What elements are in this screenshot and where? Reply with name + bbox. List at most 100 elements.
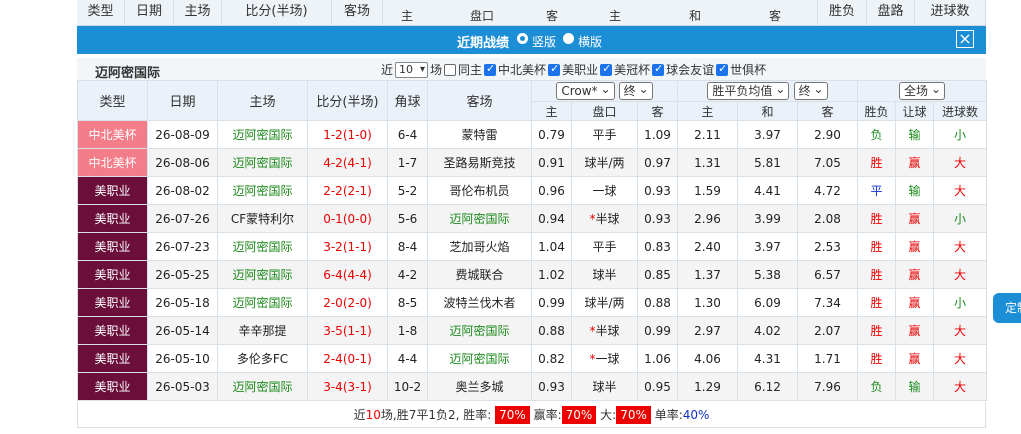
corner-count: 8-4	[387, 232, 428, 261]
same-home-checkbox[interactable]	[444, 63, 457, 76]
home-team[interactable]: 迈阿密国际	[217, 260, 308, 289]
league-checkbox-0[interactable]	[484, 62, 497, 76]
match-score[interactable]: 6-4(4-4)	[307, 260, 388, 289]
away-team[interactable]: 芝加哥火焰	[427, 232, 532, 261]
league-checkbox-2[interactable]	[600, 62, 613, 76]
match-type[interactable]: 中北美杯	[77, 120, 148, 149]
header-sub-home: 主	[531, 101, 572, 121]
summary-games: 10	[365, 408, 381, 422]
header-corner: 角球	[387, 80, 428, 121]
euro-away-odds: 2.08	[797, 204, 859, 233]
match-result: 负	[857, 372, 897, 401]
away-team[interactable]: 波特兰伐木者	[427, 288, 532, 317]
match-type[interactable]: 美职业	[77, 232, 148, 261]
company-select[interactable]: Crow*	[556, 82, 615, 100]
handicap-line: 平手	[592, 240, 617, 254]
handicap-result: 输	[895, 120, 935, 149]
away-team[interactable]: 哥伦布机员	[427, 176, 532, 205]
match-score[interactable]: 1-2(1-0)	[307, 120, 388, 149]
handicap-line-cell: *半球	[571, 316, 638, 345]
handicap-line-cell: 平手	[571, 232, 638, 261]
recent-matches-table: 类型 日期 主场 比分(半场) 角球 客场 Crow* 终 胜平负均值 终 全场	[77, 80, 988, 401]
away-team[interactable]: 迈阿密国际	[427, 204, 532, 233]
league-label-3: 球会友谊	[666, 63, 715, 77]
home-team[interactable]: 迈阿密国际	[217, 176, 308, 205]
handicap-result: 输	[895, 372, 935, 401]
match-type[interactable]: 美职业	[77, 204, 148, 233]
match-score[interactable]: 3-4(3-1)	[307, 372, 388, 401]
bg-header-handicap: 盘路	[867, 0, 915, 26]
vertical-radio[interactable]	[517, 33, 528, 44]
league-label-4: 世俱杯	[730, 63, 767, 77]
match-score[interactable]: 3-5(1-1)	[307, 316, 388, 345]
handicap-result: 赢	[895, 260, 935, 289]
match-score[interactable]: 2-0(2-0)	[307, 288, 388, 317]
league-checkbox-3[interactable]	[652, 62, 665, 76]
header-away: 客场	[427, 80, 532, 121]
handicap-away-odds: 0.97	[636, 148, 679, 177]
handicap-rate-badge: 70%	[561, 406, 597, 424]
corner-count: 5-6	[387, 204, 428, 233]
euro-home-odds: 1.31	[677, 148, 739, 177]
handicap-line: 球半	[592, 268, 617, 282]
euro-average-select[interactable]: 胜平负均值	[707, 82, 790, 100]
match-score[interactable]: 2-2(2-1)	[307, 176, 388, 205]
home-team[interactable]: 迈阿密国际	[217, 232, 308, 261]
team-name: 迈阿密国际	[95, 66, 161, 81]
home-team[interactable]: 辛辛那提	[217, 316, 308, 345]
match-score[interactable]: 3-2(1-1)	[307, 232, 388, 261]
match-type[interactable]: 美职业	[77, 372, 148, 401]
home-team[interactable]: CF蒙特利尔	[217, 204, 308, 233]
match-count-select[interactable]: 10	[395, 61, 429, 78]
away-team[interactable]: 费城联合	[427, 260, 532, 289]
unit-label: 场	[430, 63, 443, 77]
goals-result: 大	[933, 316, 988, 345]
close-button[interactable]: ×	[956, 30, 974, 48]
away-team[interactable]: 迈阿密国际	[427, 316, 532, 345]
customize-side-tab[interactable]: 定制	[993, 293, 1021, 323]
header-home: 主场	[217, 80, 308, 121]
bg-sub-euro-home: 主	[608, 9, 621, 23]
handicap-home-odds: 0.91	[531, 148, 572, 177]
bg-header-goals: 进球数	[915, 0, 986, 26]
table-row: 美职业 26-07-26 CF蒙特利尔 0-1(0-0) 5-6 迈阿密国际 0.94 *半球…	[77, 204, 988, 233]
bg-sub-line: 盘口	[469, 9, 494, 23]
home-team[interactable]: 迈阿密国际	[217, 288, 308, 317]
league-checkbox-1[interactable]	[548, 62, 561, 76]
table-row: 美职业 26-05-18 迈阿密国际 2-0(2-0) 8-5 波特兰伐木者 0.99 球半/…	[77, 288, 988, 317]
home-team[interactable]: 多伦多FC	[217, 344, 308, 373]
handicap-result: 赢	[895, 316, 935, 345]
euro-away-odds: 2.53	[797, 232, 859, 261]
match-type[interactable]: 美职业	[77, 176, 148, 205]
euro-kind-select[interactable]: 终	[793, 82, 828, 100]
match-score[interactable]: 0-1(0-0)	[307, 204, 388, 233]
horizontal-label: 横版	[578, 35, 603, 49]
handicap-result: 输	[895, 176, 935, 205]
same-home-label: 同主	[458, 63, 483, 77]
match-type[interactable]: 美职业	[77, 288, 148, 317]
goals-result: 大	[933, 344, 988, 373]
match-type[interactable]: 中北美杯	[77, 148, 148, 177]
handicap-away-odds: 0.85	[636, 260, 679, 289]
match-type[interactable]: 美职业	[77, 260, 148, 289]
match-result: 负	[857, 120, 897, 149]
home-team[interactable]: 迈阿密国际	[217, 120, 308, 149]
handicap-kind-select[interactable]: 终	[618, 82, 653, 100]
away-team[interactable]: 圣路易斯竞技	[427, 148, 532, 177]
horizontal-radio[interactable]	[563, 33, 574, 44]
away-team[interactable]: 蒙特雷	[427, 120, 532, 149]
home-team[interactable]: 迈阿密国际	[217, 372, 308, 401]
away-team[interactable]: 奥兰多城	[427, 372, 532, 401]
away-team[interactable]: 迈阿密国际	[427, 344, 532, 373]
match-score[interactable]: 2-4(0-1)	[307, 344, 388, 373]
goals-result: 小	[933, 120, 988, 149]
home-team[interactable]: 迈阿密国际	[217, 148, 308, 177]
background-table-header: 类型 日期 主场 比分(半场) 客场 主 盘口 客 主 和 客 胜负 盘路 进球…	[77, 0, 986, 26]
match-date: 26-05-14	[147, 316, 218, 345]
scope-select[interactable]: 全场	[899, 82, 946, 100]
match-type[interactable]: 美职业	[77, 316, 148, 345]
match-type[interactable]: 美职业	[77, 344, 148, 373]
match-score[interactable]: 4-2(4-1)	[307, 148, 388, 177]
league-label-1: 美职业	[562, 63, 599, 77]
league-checkbox-4[interactable]	[716, 62, 729, 76]
